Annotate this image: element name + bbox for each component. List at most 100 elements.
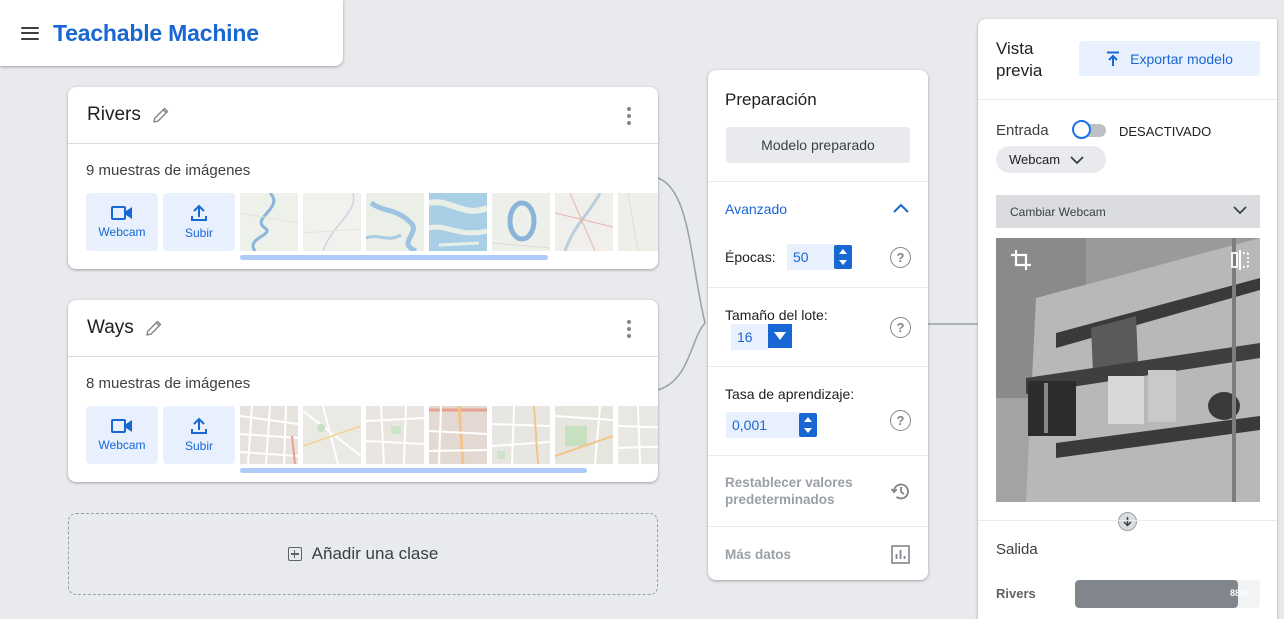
help-icon[interactable]: ? xyxy=(890,247,911,268)
samples-count: 8 muestras de imágenes xyxy=(86,375,251,392)
divider xyxy=(708,366,928,367)
sample-thumbnail[interactable] xyxy=(492,193,550,251)
webcam-button-label: Webcam xyxy=(98,225,146,239)
app-title: Teachable Machine xyxy=(53,19,259,46)
preview-title: Vista previa xyxy=(996,39,1043,80)
more-options-icon[interactable] xyxy=(624,320,634,338)
confidence-bar: 88% xyxy=(1075,580,1260,608)
divider xyxy=(708,455,928,456)
more-options-icon[interactable] xyxy=(624,107,634,125)
add-class-button[interactable]: Añadir una clase xyxy=(68,513,658,595)
epochs-input[interactable]: 50 xyxy=(787,244,835,270)
training-panel: Preparación Modelo preparado Avanzado Ép… xyxy=(708,70,928,580)
arrow-down-icon xyxy=(1118,512,1137,531)
menu-icon[interactable] xyxy=(21,26,39,40)
sample-thumbnail[interactable] xyxy=(618,406,658,464)
export-model-button[interactable]: Exportar modelo xyxy=(1079,41,1260,76)
preview-panel: Vista previa Exportar modelo Entrada DES… xyxy=(978,19,1277,619)
confidence-percent: 88% xyxy=(1229,588,1248,598)
webcam-feed xyxy=(996,238,1260,502)
epochs-stepper[interactable] xyxy=(834,245,852,269)
class-card-rivers: Rivers 9 muestras de imágenes Webcam Sub… xyxy=(68,87,658,269)
camera-select[interactable]: Cambiar Webcam xyxy=(996,195,1260,228)
sample-thumbnail[interactable] xyxy=(618,193,658,251)
sample-thumbnail[interactable] xyxy=(492,406,550,464)
webcam-button[interactable]: Webcam xyxy=(86,193,158,251)
class-header: Rivers xyxy=(68,87,658,144)
upload-button[interactable]: Subir xyxy=(163,193,235,251)
app-header: Teachable Machine xyxy=(0,0,343,66)
class-card-ways: Ways 8 muestras de imágenes Webcam Subir xyxy=(68,300,658,482)
divider xyxy=(978,99,1277,100)
class-header: Ways xyxy=(68,300,658,357)
webcam-image xyxy=(996,238,1260,502)
upload-button-label: Subir xyxy=(184,226,213,240)
sample-thumbnails[interactable] xyxy=(240,406,658,464)
sample-thumbnail[interactable] xyxy=(240,406,298,464)
output-label: Salida xyxy=(996,541,1038,558)
input-toggle-state: DESACTIVADO xyxy=(1119,124,1212,139)
webcam-button-label: Webcam xyxy=(98,438,146,452)
learning-rate-input[interactable]: 0,001 xyxy=(726,412,800,438)
dropdown-arrow-icon[interactable] xyxy=(768,324,792,348)
help-icon[interactable]: ? xyxy=(890,410,911,431)
add-box-icon xyxy=(287,547,302,561)
result-class-label: Rivers xyxy=(996,586,1036,601)
sample-thumbnail[interactable] xyxy=(429,406,487,464)
crop-icon[interactable] xyxy=(1010,249,1032,271)
sample-thumbnail[interactable] xyxy=(240,193,298,251)
class-name[interactable]: Rivers xyxy=(87,104,141,126)
webcam-button[interactable]: Webcam xyxy=(86,406,158,464)
upload-icon xyxy=(191,204,207,221)
class-name[interactable]: Ways xyxy=(87,317,134,339)
bar-chart-icon[interactable] xyxy=(891,545,910,564)
thumbnails-scrollbar[interactable] xyxy=(240,468,587,473)
edit-pencil-icon[interactable] xyxy=(151,105,171,125)
learning-rate-stepper[interactable] xyxy=(799,413,817,437)
sample-thumbnail[interactable] xyxy=(366,193,424,251)
sample-thumbnail[interactable] xyxy=(555,406,613,464)
more-data-link[interactable]: Más datos xyxy=(725,546,791,563)
video-camera-icon xyxy=(111,206,132,220)
export-model-label: Exportar modelo xyxy=(1130,50,1233,67)
divider xyxy=(708,526,928,527)
samples-count: 9 muestras de imágenes xyxy=(86,162,251,179)
flip-icon[interactable] xyxy=(1230,249,1250,271)
sample-thumbnail[interactable] xyxy=(366,406,424,464)
upload-button-label: Subir xyxy=(184,439,213,453)
batch-size-label: Tamaño del lote: xyxy=(725,307,828,323)
sample-thumbnail[interactable] xyxy=(429,193,487,251)
confidence-bar-fill xyxy=(1075,580,1238,608)
input-label: Entrada xyxy=(996,122,1049,139)
upload-button[interactable]: Subir xyxy=(163,406,235,464)
camera-select-label: Cambiar Webcam xyxy=(1010,204,1106,219)
divider xyxy=(708,181,928,182)
sample-thumbnail[interactable] xyxy=(303,193,361,251)
upload-icon xyxy=(191,417,207,434)
divider xyxy=(978,520,1277,521)
input-source-label: Webcam xyxy=(1009,152,1061,167)
train-model-button[interactable]: Modelo preparado xyxy=(726,127,910,163)
advanced-toggle[interactable]: Avanzado xyxy=(725,201,787,217)
sample-thumbnail[interactable] xyxy=(555,193,613,251)
sample-thumbnail[interactable] xyxy=(303,406,361,464)
reset-defaults-link[interactable]: Restablecer valores predeterminados xyxy=(725,474,875,508)
input-source-select[interactable]: Webcam xyxy=(996,146,1106,173)
batch-size-select[interactable]: 16 xyxy=(731,324,769,350)
divider xyxy=(708,287,928,288)
chevron-up-icon[interactable] xyxy=(891,200,911,216)
edit-pencil-icon[interactable] xyxy=(144,318,164,338)
training-title: Preparación xyxy=(725,90,817,109)
video-camera-icon xyxy=(111,419,132,433)
learning-rate-label: Tasa de aprendizaje: xyxy=(725,386,855,402)
help-icon[interactable]: ? xyxy=(890,317,911,338)
input-toggle[interactable] xyxy=(1072,120,1106,139)
chevron-down-icon xyxy=(1233,206,1247,215)
add-class-label: Añadir una clase xyxy=(311,544,439,563)
thumbnails-scrollbar[interactable] xyxy=(240,255,548,260)
upload-icon xyxy=(1107,51,1120,66)
chevron-down-icon xyxy=(1070,155,1084,164)
epochs-label: Épocas: xyxy=(725,249,776,265)
history-icon[interactable] xyxy=(890,481,911,502)
sample-thumbnails[interactable] xyxy=(240,193,658,251)
